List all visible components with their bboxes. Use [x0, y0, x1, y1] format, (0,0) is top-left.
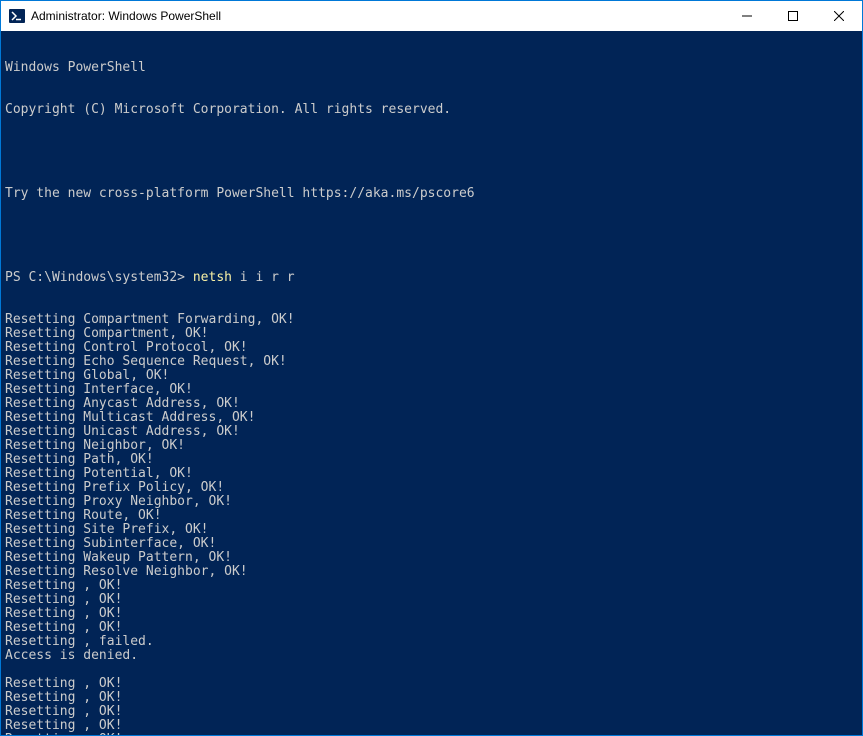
terminal-line: Resetting Site Prefix, OK! [5, 523, 858, 537]
prompt: PS C:\Windows\system32> [5, 270, 193, 285]
terminal-line: Access is denied. [5, 649, 858, 663]
terminal-line: Copyright (C) Microsoft Corporation. All… [5, 103, 858, 117]
powershell-window: Administrator: Windows PowerShell Window… [0, 0, 863, 736]
terminal-line: Resetting Control Protocol, OK! [5, 341, 858, 355]
terminal-line: Resetting , OK! [5, 719, 858, 733]
terminal-line: Resetting , OK! [5, 607, 858, 621]
command-executable: netsh [193, 270, 232, 285]
command-args: i i r r [232, 270, 295, 285]
terminal-line: Resetting Unicast Address, OK! [5, 425, 858, 439]
terminal-line: Resetting Subinterface, OK! [5, 537, 858, 551]
terminal-line: Resetting , OK! [5, 733, 858, 735]
terminal-line: Resetting Anycast Address, OK! [5, 397, 858, 411]
window-controls [724, 1, 862, 31]
maximize-button[interactable] [770, 1, 816, 30]
terminal-line: Resetting Prefix Policy, OK! [5, 481, 858, 495]
terminal-line: Resetting Neighbor, OK! [5, 439, 858, 453]
terminal-line: Resetting Route, OK! [5, 509, 858, 523]
terminal-line: Resetting Multicast Address, OK! [5, 411, 858, 425]
close-button[interactable] [816, 1, 862, 30]
terminal-line: Windows PowerShell [5, 61, 858, 75]
terminal-line: Resetting Echo Sequence Request, OK! [5, 355, 858, 369]
prompt-line: PS C:\Windows\system32> netsh i i r r [5, 271, 858, 285]
terminal-line: Resetting , OK! [5, 621, 858, 635]
window-title: Administrator: Windows PowerShell [31, 1, 724, 31]
terminal-line [5, 145, 858, 159]
close-icon [834, 11, 844, 21]
terminal-line [5, 229, 858, 243]
terminal-line: Resetting Compartment, OK! [5, 327, 858, 341]
minimize-icon [742, 11, 752, 21]
terminal-line: Resetting Compartment Forwarding, OK! [5, 313, 858, 327]
terminal-line: Resetting Path, OK! [5, 453, 858, 467]
terminal-line [5, 663, 858, 677]
terminal-line: Resetting Proxy Neighbor, OK! [5, 495, 858, 509]
maximize-icon [788, 11, 798, 21]
terminal-line: Resetting Resolve Neighbor, OK! [5, 565, 858, 579]
titlebar[interactable]: Administrator: Windows PowerShell [1, 1, 862, 31]
terminal-line: Resetting , failed. [5, 635, 858, 649]
terminal-line: Resetting , OK! [5, 593, 858, 607]
terminal-line: Try the new cross-platform PowerShell ht… [5, 187, 858, 201]
output-block: Resetting Compartment Forwarding, OK!Res… [5, 313, 858, 735]
terminal-area[interactable]: Windows PowerShell Copyright (C) Microso… [1, 31, 862, 735]
terminal-line: Resetting , OK! [5, 579, 858, 593]
terminal-line: Resetting , OK! [5, 677, 858, 691]
terminal-line: Resetting Potential, OK! [5, 467, 858, 481]
terminal-line: Resetting Interface, OK! [5, 383, 858, 397]
powershell-icon [9, 8, 25, 24]
terminal-line: Resetting , OK! [5, 705, 858, 719]
minimize-button[interactable] [724, 1, 770, 30]
terminal-line: Resetting Global, OK! [5, 369, 858, 383]
terminal-line: Resetting Wakeup Pattern, OK! [5, 551, 858, 565]
terminal-line: Resetting , OK! [5, 691, 858, 705]
